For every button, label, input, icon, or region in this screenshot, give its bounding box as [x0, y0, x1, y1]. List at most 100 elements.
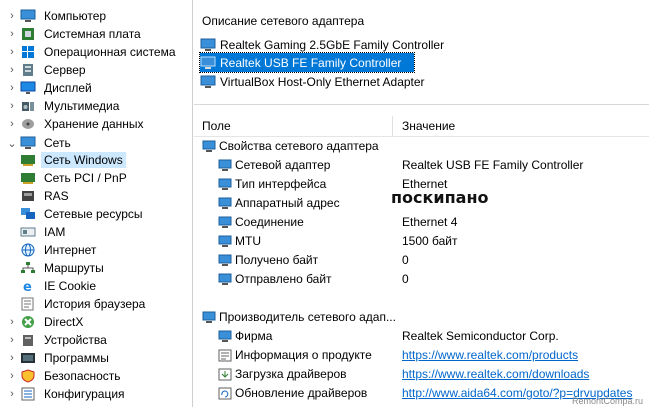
tree-item-os[interactable]: › Операционная система [4, 43, 179, 61]
tree-item-label: Сеть Windows [41, 152, 126, 168]
adapter-item[interactable]: Realtek Gaming 2.5GbE Family Controller [200, 35, 444, 54]
history-icon [20, 297, 36, 311]
table-row[interactable]: Получено байт [218, 251, 318, 269]
column-header-field[interactable]: Поле [202, 119, 231, 133]
expand-chevron-icon[interactable]: › [4, 28, 20, 40]
tree-item-label: Хранение данных [44, 117, 144, 131]
navigation-tree: › Компьютер › Системная плата › Операцио… [0, 0, 193, 407]
tree-item-label: Компьютер [44, 9, 107, 23]
tree-item-internet[interactable]: Интернет [20, 241, 99, 259]
routes-icon [20, 261, 36, 275]
tree-item-label: История браузера [44, 297, 146, 311]
field-name: Загрузка драйверов [235, 367, 347, 381]
windows-icon [20, 45, 36, 59]
motherboard-icon [20, 27, 36, 41]
expand-chevron-icon[interactable]: › [4, 46, 20, 58]
column-divider[interactable] [392, 116, 393, 136]
table-row[interactable]: Отправлено байт [218, 270, 332, 288]
expand-chevron-icon[interactable]: › [4, 388, 20, 400]
tree-item-server[interactable]: › Сервер [4, 61, 89, 79]
expand-chevron-icon[interactable]: › [4, 316, 20, 328]
network-card-icon [218, 254, 232, 267]
tree-item-network-resources[interactable]: Сетевые ресурсы [20, 205, 146, 223]
svg-text:e: e [23, 280, 32, 293]
tree-item-devices[interactable]: › Устройства [4, 331, 110, 349]
tree-item-label: RAS [44, 189, 69, 203]
column-header-value[interactable]: Значение [402, 119, 455, 133]
multimedia-icon [20, 99, 36, 113]
adapter-item-selected[interactable]: Realtek USB FE Family Controller [199, 52, 415, 73]
group-title: Производитель сетевого адап... [219, 310, 396, 324]
field-value: 0 [402, 253, 409, 267]
adapter-label: VirtualBox Host-Only Ethernet Adapter [220, 74, 425, 89]
network-card-icon [218, 235, 232, 248]
section-title: Описание сетевого адаптера [202, 14, 365, 28]
table-row[interactable]: Информация о продукте [218, 346, 372, 364]
product-info-link[interactable]: https://www.realtek.com/products [402, 346, 578, 364]
tree-item-windows-network[interactable]: Сеть Windows [20, 151, 126, 169]
field-name: Получено байт [235, 253, 319, 267]
table-row[interactable]: MTU [218, 232, 261, 250]
network-card-icon [218, 330, 232, 343]
storage-icon [20, 117, 36, 131]
tree-item-network[interactable]: ⌄ Сеть [4, 134, 74, 152]
tree-item-security[interactable]: › Безопасность [4, 367, 124, 385]
expand-chevron-icon[interactable]: › [4, 352, 20, 364]
network-card-icon [200, 38, 216, 52]
collapse-chevron-icon[interactable]: ⌄ [4, 137, 20, 150]
field-value: Realtek USB FE Family Controller [402, 158, 584, 172]
tree-item-computer[interactable]: › Компьютер [4, 7, 109, 25]
download-icon [218, 368, 232, 381]
tree-item-label: Конфигурация [44, 387, 125, 401]
tree-item-config[interactable]: › Конфигурация [4, 385, 128, 403]
expand-chevron-icon[interactable]: › [4, 82, 20, 94]
driver-download-link[interactable]: https://www.realtek.com/downloads [402, 365, 589, 383]
tree-item-storage[interactable]: › Хранение данных [4, 115, 147, 133]
expand-chevron-icon[interactable]: › [4, 334, 20, 346]
adapter-label: Realtek USB FE Family Controller [220, 55, 402, 70]
column-header: Поле Значение [194, 116, 649, 136]
expand-chevron-icon[interactable]: › [4, 100, 20, 112]
tree-item-label: DirectX [44, 315, 84, 329]
table-row[interactable]: Загрузка драйверов [218, 365, 347, 383]
tree-item-pci-network[interactable]: Сеть PCI / PnP [20, 169, 130, 187]
tree-item-motherboard[interactable]: › Системная плата [4, 25, 144, 43]
group-header[interactable]: Свойства сетевого адаптера [202, 137, 379, 155]
network-card-icon [218, 216, 232, 229]
config-icon [20, 387, 36, 401]
display-icon [20, 81, 36, 95]
tree-item-browser-history[interactable]: История браузера [20, 295, 148, 313]
table-row[interactable]: Аппаратный адрес [218, 194, 340, 212]
table-row[interactable]: Соединение [218, 213, 304, 231]
tree-item-display[interactable]: › Дисплей [4, 79, 95, 97]
tree-item-ie-cookie[interactable]: e IE Cookie [20, 277, 99, 295]
network-card-icon [218, 178, 232, 191]
ras-icon [20, 189, 36, 203]
field-name: MTU [235, 234, 261, 248]
table-row[interactable]: Сетевой адаптер [218, 156, 330, 174]
tree-item-iam[interactable]: IAM [20, 223, 68, 241]
expand-chevron-icon[interactable]: › [4, 118, 20, 130]
tree-item-programs[interactable]: › Программы [4, 349, 112, 367]
tree-item-label: Безопасность [44, 369, 121, 383]
tree-item-label: Сервер [44, 63, 86, 77]
computer-icon [20, 9, 36, 23]
tree-item-multimedia[interactable]: › Мультимедиа [4, 97, 122, 115]
field-name: Сетевой адаптер [235, 158, 331, 172]
tree-item-directx[interactable]: › DirectX [4, 313, 86, 331]
expand-chevron-icon[interactable]: › [4, 64, 20, 76]
tree-item-ras[interactable]: RAS [20, 187, 72, 205]
network-card-icon [202, 140, 216, 153]
table-row[interactable]: Тип интерфейса [218, 175, 326, 193]
expand-chevron-icon[interactable]: › [4, 10, 20, 22]
ie-icon: e [20, 279, 36, 293]
group-header[interactable]: Производитель сетевого адап... [202, 308, 396, 326]
adapter-item[interactable]: VirtualBox Host-Only Ethernet Adapter [200, 72, 425, 91]
table-row[interactable]: Фирма [218, 327, 272, 345]
expand-chevron-icon[interactable]: › [4, 370, 20, 382]
devices-icon [20, 333, 36, 347]
table-row[interactable]: Обновление драйверов [218, 384, 367, 402]
network-icon [20, 136, 36, 150]
field-name: Фирма [235, 329, 273, 343]
tree-item-routes[interactable]: Маршруты [20, 259, 107, 277]
